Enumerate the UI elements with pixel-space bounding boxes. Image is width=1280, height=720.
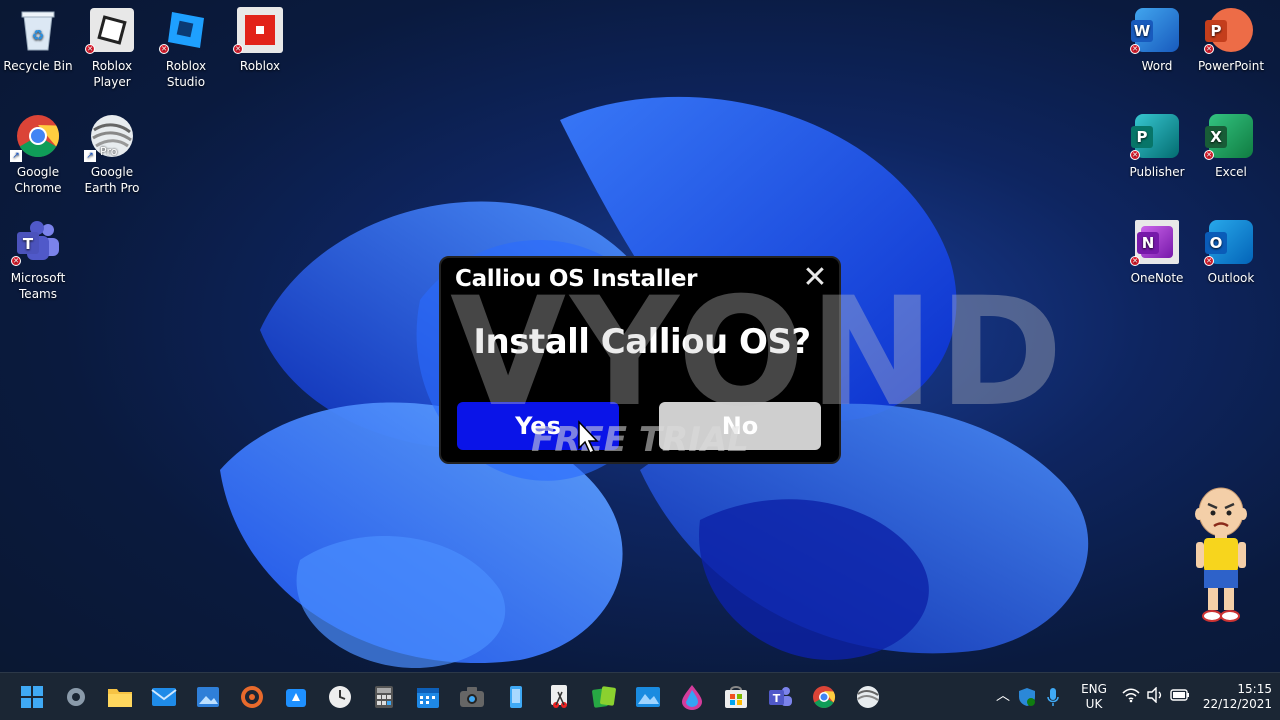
desktop-icon-label: Publisher — [1129, 165, 1185, 179]
desktop-icon-outlook[interactable]: O ✕ Outlook — [1193, 214, 1269, 310]
dialog-title: Calliou OS Installer — [455, 266, 698, 292]
paint-icon[interactable] — [676, 681, 708, 713]
roblox-studio-icon: ✕ — [159, 6, 210, 54]
word-icon: W ✕ — [1130, 6, 1181, 54]
error-badge-icon: ✕ — [159, 44, 169, 54]
teams-icon: T ✕ — [11, 218, 62, 266]
powerpoint-icon: P ✕ — [1204, 6, 1255, 54]
desktop-icon-word[interactable]: W ✕ Word — [1119, 2, 1195, 98]
error-badge-icon: ✕ — [11, 256, 21, 266]
settings-icon[interactable] — [60, 681, 92, 713]
desktop-icon-label: Google Earth Pro — [84, 165, 140, 195]
desktop-icon-roblox[interactable]: ✕ Roblox — [222, 2, 298, 98]
calendar-icon[interactable] — [412, 681, 444, 713]
desktop-icon-label: Recycle Bin — [3, 59, 73, 73]
desktop-icon-label: Google Chrome — [14, 165, 62, 195]
desktop-icon-powerpoint[interactable]: P ✕ PowerPoint — [1193, 2, 1269, 98]
onenote-icon: N ✕ — [1130, 218, 1181, 266]
error-badge-icon: ✕ — [1130, 256, 1140, 266]
svg-text:♻: ♻ — [32, 28, 45, 44]
chevron-up-icon[interactable]: ︿ — [994, 687, 1012, 705]
desktop-icon-label: Roblox Player — [91, 59, 133, 89]
file-explorer-icon[interactable] — [104, 681, 136, 713]
desktop-icon-roblox-studio[interactable]: ✕ Roblox Studio — [148, 2, 224, 98]
desktop-icon-google-chrome[interactable]: ↗ Google Chrome — [0, 108, 76, 204]
roblox-icon: ✕ — [233, 6, 284, 54]
photos-icon[interactable] — [192, 681, 224, 713]
desktop-icon-label: OneNote — [1130, 271, 1184, 285]
calculator-icon[interactable] — [368, 681, 400, 713]
mail-icon[interactable] — [148, 681, 180, 713]
error-badge-icon: ✕ — [1204, 44, 1214, 54]
svg-text:T: T — [23, 235, 34, 253]
desktop-icon-label: Roblox — [239, 59, 281, 73]
snipping-tool-icon[interactable] — [544, 681, 576, 713]
desktop-icon-label: Word — [1141, 59, 1173, 73]
desktop-icon-label: Microsoft Teams — [10, 271, 66, 301]
start-icon[interactable] — [16, 681, 48, 713]
installer-dialog: Calliou OS Installer ✕ Install Calliou O… — [439, 256, 841, 464]
pro-badge: Pro — [100, 145, 118, 158]
microsoft-store-icon[interactable] — [720, 681, 752, 713]
battery-icon[interactable] — [1170, 687, 1190, 705]
clock-time: 15:15 — [1237, 682, 1272, 696]
microphone-icon[interactable] — [1046, 687, 1062, 707]
shortcut-arrow-icon: ↗ — [10, 150, 22, 162]
google-earth-icon[interactable] — [852, 681, 884, 713]
clock-date: 22/12/2021 — [1202, 697, 1272, 711]
desktop-icon-onenote[interactable]: N ✕ OneNote — [1119, 214, 1195, 310]
svg-text:T: T — [773, 692, 781, 705]
wifi-icon[interactable] — [1122, 687, 1140, 705]
excel-icon: X ✕ — [1204, 112, 1255, 160]
error-badge-icon: ✕ — [85, 44, 95, 54]
taskbar: T ︿ ENG UK 15:15 22/12/2021 — [0, 672, 1280, 720]
close-icon[interactable]: ✕ — [801, 263, 829, 293]
teams-icon[interactable]: T — [764, 681, 796, 713]
publisher-icon: P ✕ — [1130, 112, 1181, 160]
language-indicator[interactable]: ENG UK — [1076, 682, 1112, 712]
chrome-icon[interactable] — [808, 681, 840, 713]
language-region: UK — [1085, 697, 1103, 711]
error-badge-icon: ✕ — [1204, 150, 1214, 160]
desktop-icon-recycle-bin[interactable]: ♻ Recycle Bin — [0, 2, 76, 98]
roblox-player-icon: ✕ — [85, 6, 136, 54]
language-code: ENG — [1081, 682, 1107, 696]
chrome-icon: ↗ — [10, 112, 62, 162]
phone-link-icon[interactable] — [500, 681, 532, 713]
clock-icon[interactable] — [324, 681, 356, 713]
security-shield-icon[interactable] — [1018, 687, 1038, 707]
store-icon[interactable] — [280, 681, 312, 713]
dialog-question: Install Calliou OS? — [473, 322, 811, 362]
error-badge-icon: ✕ — [233, 44, 243, 54]
caillou-character — [1195, 487, 1247, 622]
outlook-icon: O ✕ — [1204, 218, 1255, 266]
desktop-icon-google-earth-pro[interactable]: ↗ Pro Google Earth Pro — [74, 108, 150, 204]
error-badge-icon: ✕ — [1130, 150, 1140, 160]
solitaire-icon[interactable] — [588, 681, 620, 713]
desktop-icon-label: Outlook — [1207, 271, 1255, 285]
recycle-bin-icon: ♻ — [14, 6, 62, 54]
error-badge-icon: ✕ — [1204, 256, 1214, 266]
google-earth-icon: ↗ Pro — [84, 112, 136, 162]
camera-icon[interactable] — [456, 681, 488, 713]
no-button[interactable]: No — [659, 402, 821, 450]
clock-display[interactable]: 15:15 22/12/2021 — [1198, 682, 1272, 712]
desktop-icon-excel[interactable]: X ✕ Excel — [1193, 108, 1269, 204]
volume-icon[interactable] — [1146, 686, 1164, 705]
desktop-icon-label: Excel — [1215, 165, 1247, 179]
maps-icon[interactable] — [632, 681, 664, 713]
desktop-icon-roblox-player[interactable]: ✕ Roblox Player — [74, 2, 150, 98]
error-badge-icon: ✕ — [1130, 44, 1140, 54]
desktop-icon-microsoft-teams[interactable]: T ✕ Microsoft Teams — [0, 214, 76, 310]
mouse-cursor-icon — [578, 420, 599, 455]
media-player-icon[interactable] — [236, 681, 268, 713]
shortcut-arrow-icon: ↗ — [84, 150, 96, 162]
desktop-icon-label: Roblox Studio — [165, 59, 207, 89]
desktop-icon-label: PowerPoint — [1197, 59, 1265, 73]
desktop-icon-publisher[interactable]: P ✕ Publisher — [1119, 108, 1195, 204]
